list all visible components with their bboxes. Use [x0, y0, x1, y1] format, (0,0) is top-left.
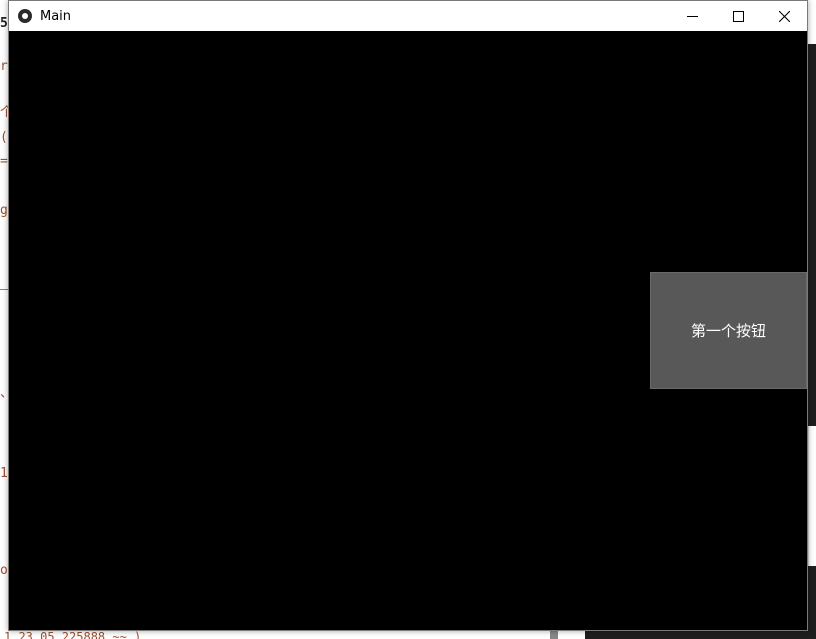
background-code-fragment: g	[0, 203, 8, 218]
first-button[interactable]: 第一个按钮	[650, 272, 807, 389]
desktop: 5 r 个 ( = g 、 1 or 1 23 05 225888 ~~ ) M…	[0, 0, 816, 639]
window-title: Main	[40, 8, 72, 24]
background-code-fragment: 1	[0, 466, 8, 481]
maximize-icon	[732, 10, 744, 22]
background-dark-panel	[585, 631, 816, 639]
background-code-fragment: (	[0, 130, 8, 145]
background-code-fragment: 5	[0, 16, 8, 31]
background-scrollbar	[550, 631, 558, 639]
close-button[interactable]	[761, 1, 807, 31]
close-icon	[778, 10, 790, 22]
background-code-fragment: r	[0, 59, 8, 74]
background-code-line: 1 23 05 225888 ~~ )	[4, 630, 142, 639]
maximize-button[interactable]	[715, 1, 761, 31]
first-button-label: 第一个按钮	[690, 322, 766, 340]
window-content: 第一个按钮	[9, 31, 807, 630]
app-window: Main 第一个按钮	[8, 0, 808, 631]
title-bar[interactable]: Main	[9, 1, 807, 31]
background-code-fragment: =	[0, 154, 8, 169]
window-controls	[669, 1, 807, 31]
background-dark-panel	[808, 566, 816, 639]
kivy-app-icon	[18, 9, 32, 23]
minimize-icon	[686, 15, 698, 17]
minimize-button[interactable]	[669, 1, 715, 31]
background-dark-panel	[808, 44, 816, 426]
